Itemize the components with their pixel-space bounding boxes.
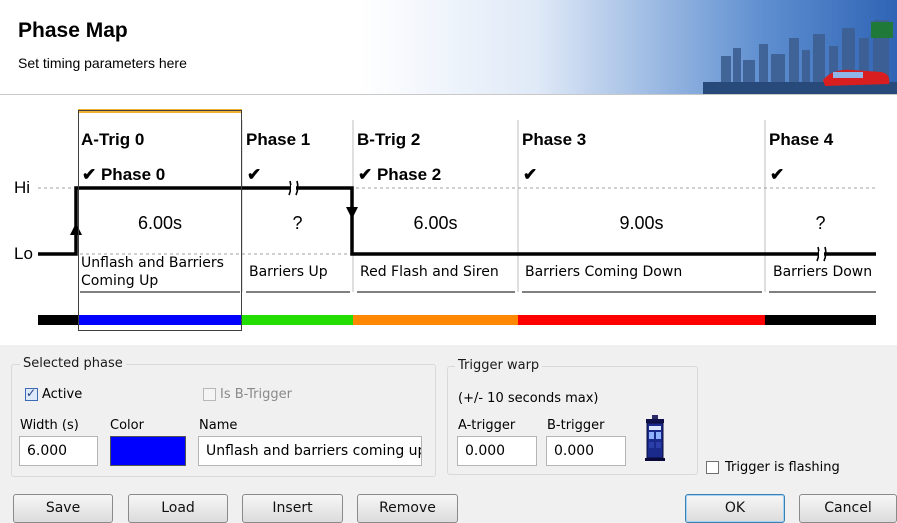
city-skyline-image (703, 20, 897, 94)
color-bar-phase-4 (765, 315, 876, 325)
save-button[interactable]: Save (13, 494, 113, 523)
trigger-flashing-label: Trigger is flashing (725, 460, 840, 475)
lo-label: Lo (14, 244, 33, 263)
phase-check-3: ✔ (523, 165, 538, 184)
active-checkbox[interactable] (25, 386, 38, 401)
phase-check-1: ✔ (247, 165, 262, 184)
phase-duration-1: ? (292, 213, 303, 233)
trigger-flashing-checkbox[interactable] (706, 461, 719, 474)
phase-duration-2: 6.00s (413, 213, 458, 233)
dialog-title: Phase Map (18, 19, 128, 42)
color-bar-lead (38, 315, 78, 325)
phase-header-0[interactable]: A-Trig 0 (81, 130, 144, 150)
trigger-warp-group-label: Trigger warp (455, 358, 543, 373)
phase-name-1: Barriers Up (249, 264, 328, 280)
color-label: Color (110, 418, 144, 433)
width-label: Width (s) (20, 418, 79, 433)
dialog-subtitle: Set timing parameters here (18, 55, 187, 71)
phase-duration-0: 6.00s (137, 213, 183, 233)
phase-header-1[interactable]: Phase 1 (246, 130, 310, 150)
color-swatch[interactable] (110, 436, 186, 466)
remove-button[interactable]: Remove (357, 494, 458, 523)
b-trigger-label: B-trigger (547, 418, 605, 433)
color-bar-phase-1 (242, 315, 353, 325)
phase-duration-3: 9.00s (619, 213, 664, 233)
b-trigger-input[interactable]: 0.000 (546, 436, 626, 466)
phase-name-2: Red Flash and Siren (360, 264, 499, 280)
phase-name-3: Barriers Coming Down (525, 264, 683, 280)
color-bar-phase-2 (353, 315, 518, 325)
selected-phase-group-label: Selected phase (20, 356, 126, 371)
load-button[interactable]: Load (128, 494, 228, 523)
name-input[interactable]: Unflash and barriers coming up (198, 436, 422, 466)
name-label: Name (199, 418, 238, 433)
phase-name-0: Unflash and Barriers Coming Up (81, 255, 224, 289)
police-box-icon (645, 415, 665, 461)
a-trigger-label: A-trigger (458, 418, 516, 433)
header-banner: Phase Map Set timing parameters here (0, 0, 897, 95)
phase-check-2: ✔ Phase 2 (358, 165, 442, 184)
width-input[interactable]: 6.000 (19, 436, 98, 466)
trigger-warp-limit-text: (+/- 10 seconds max) (458, 391, 599, 406)
color-bar-phase-3 (518, 315, 765, 325)
phase-header-2[interactable]: B-Trig 2 (357, 130, 420, 150)
is-b-trigger-label: Is B-Trigger (220, 387, 292, 402)
ok-button[interactable]: OK (685, 494, 785, 523)
phase-header-4[interactable]: Phase 4 (769, 130, 833, 150)
phase-check-4: ✔ (770, 165, 785, 184)
hi-label: Hi (14, 178, 31, 197)
is-b-trigger-checkbox[interactable] (203, 388, 216, 401)
phase-header-3[interactable]: Phase 3 (522, 130, 586, 150)
phase-name-4: Barriers Down (773, 264, 873, 280)
phase-duration-4: ? (815, 213, 826, 233)
active-label: Active (42, 387, 83, 402)
insert-button[interactable]: Insert (242, 494, 343, 523)
phase-timeline: Hi Lo A-Trig 0 ✔ Phase 0 6.00s Unflash a… (0, 95, 897, 345)
phase-check-0: ✔ Phase 0 (82, 165, 166, 184)
a-trigger-input[interactable]: 0.000 (457, 436, 537, 466)
cancel-button[interactable]: Cancel (799, 494, 897, 523)
